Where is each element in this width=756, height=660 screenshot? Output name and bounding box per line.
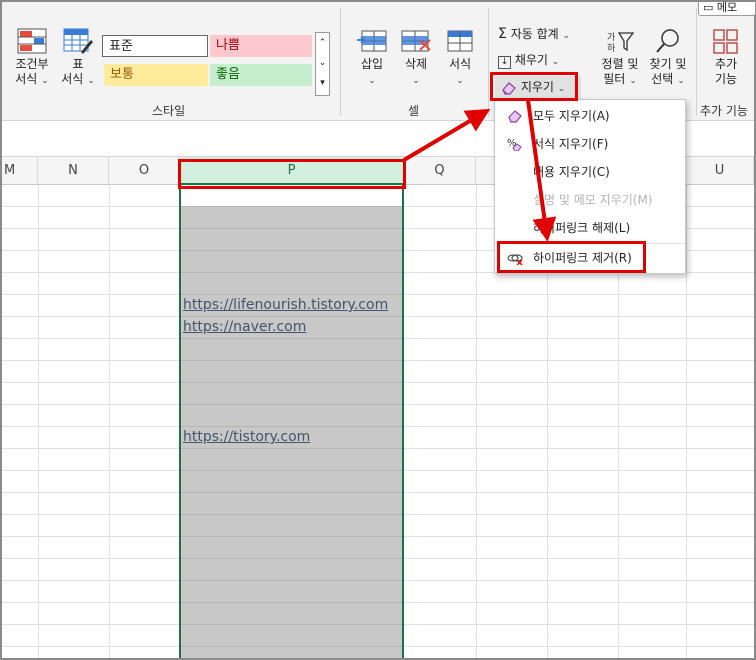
arrow-to-clear-button [402,108,491,162]
annotation-arrows [402,99,557,242]
arrow-to-remove-hyperlinks [526,99,557,242]
